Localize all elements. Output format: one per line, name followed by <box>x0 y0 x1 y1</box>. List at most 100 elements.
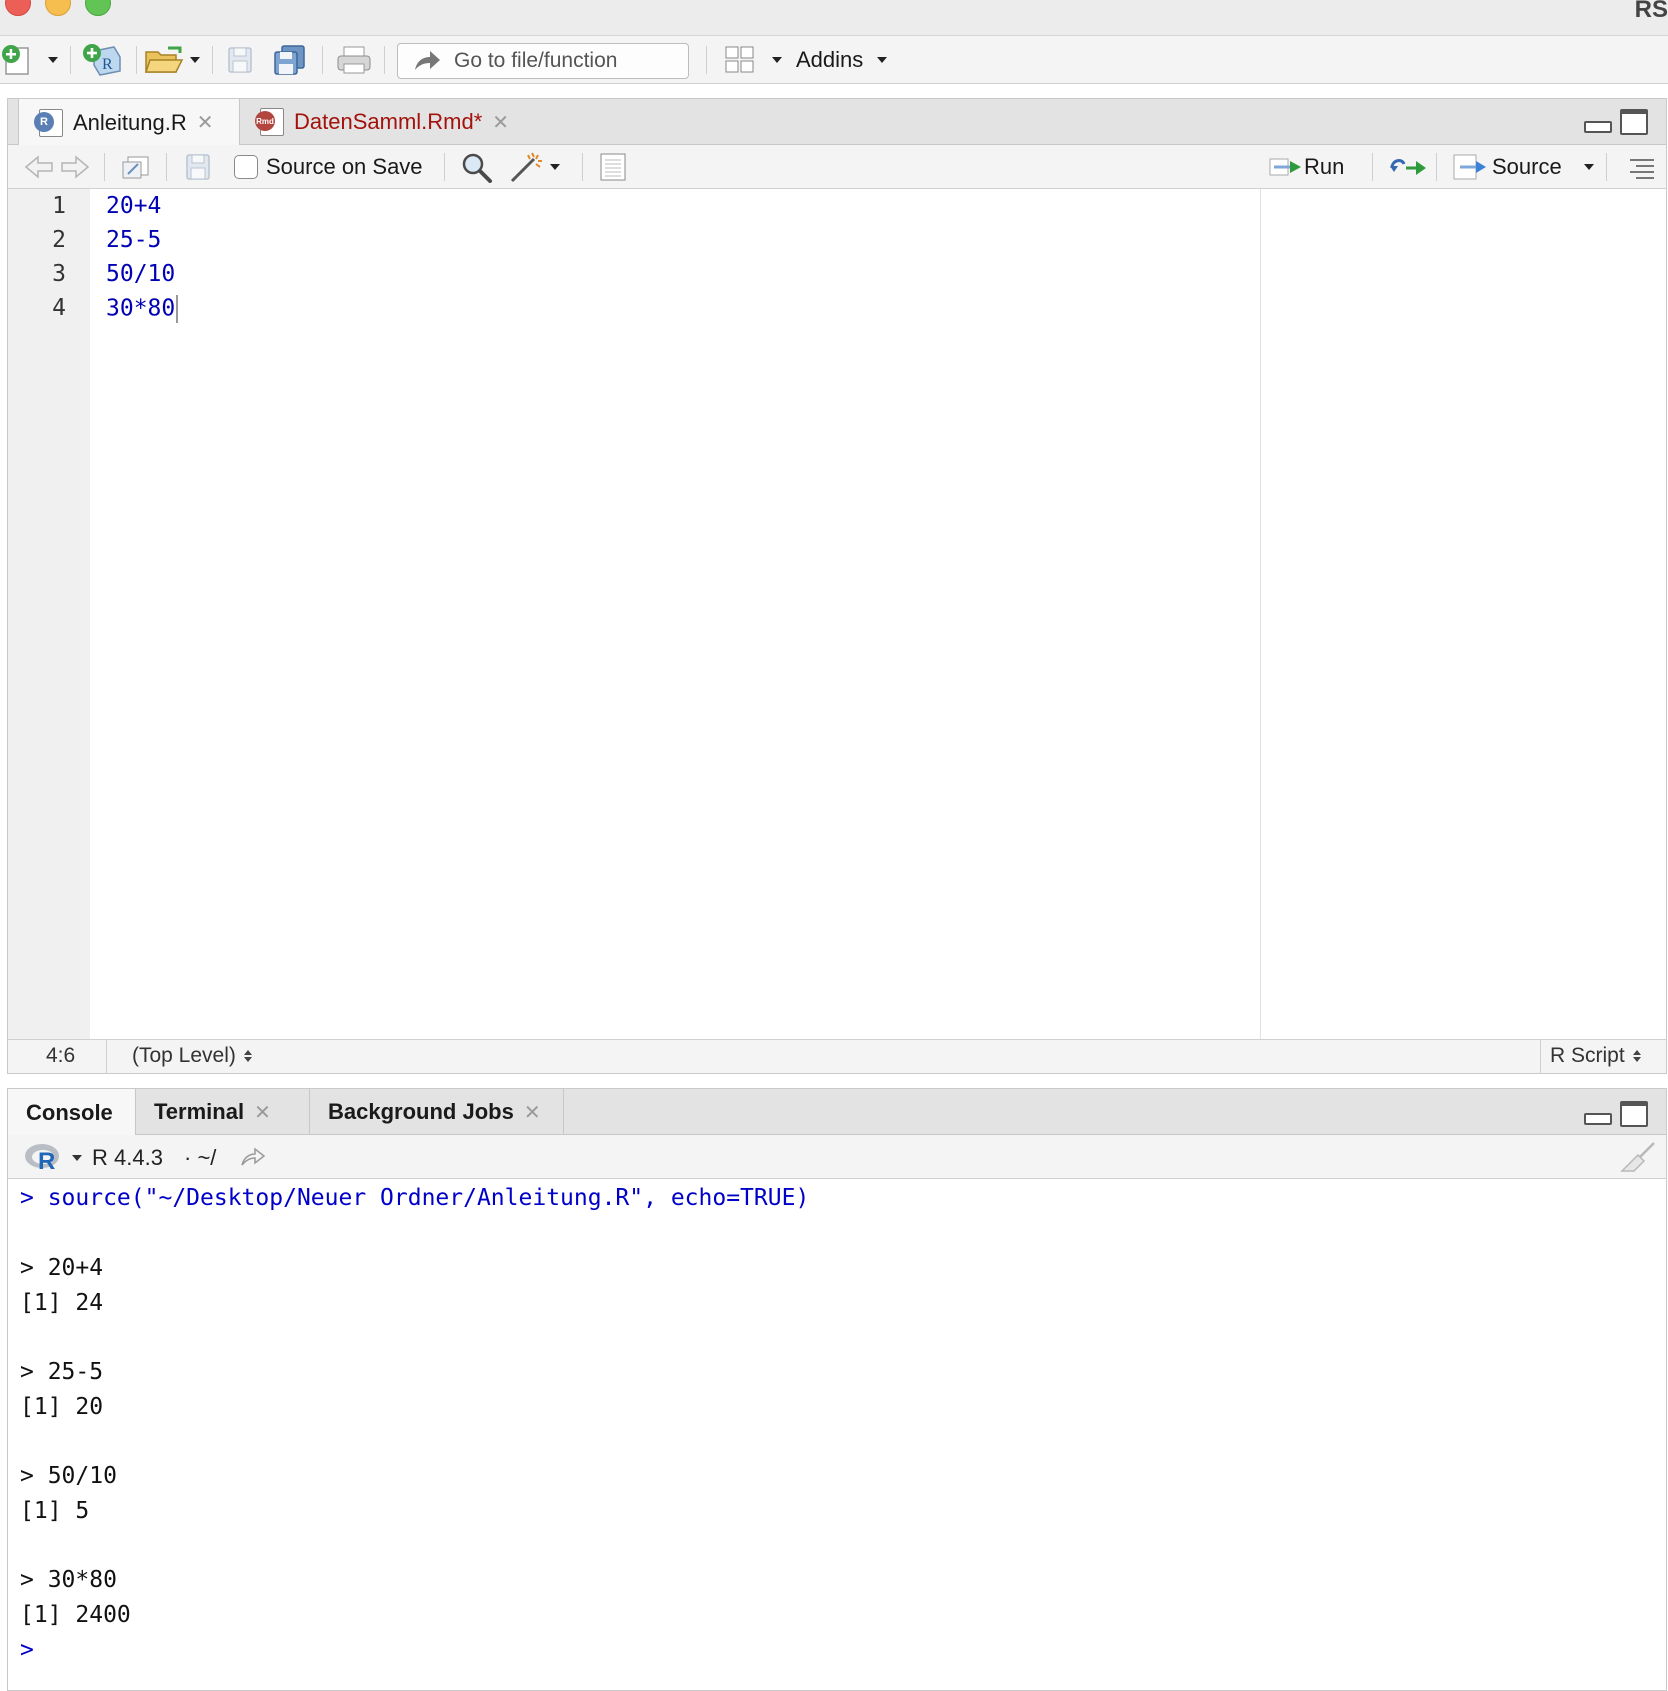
workspace-panes-button[interactable] <box>724 44 782 76</box>
close-tab-icon[interactable]: ✕ <box>254 1100 271 1125</box>
source-button[interactable]: Source <box>1452 151 1594 183</box>
save-button[interactable] <box>226 44 254 76</box>
outline-icon <box>1630 159 1654 179</box>
print-button[interactable] <box>336 44 372 76</box>
document-outline-button[interactable] <box>1628 151 1656 183</box>
addins-menu[interactable]: Addins <box>796 44 888 76</box>
console-line: > 25-5 <box>20 1359 104 1385</box>
back-button[interactable] <box>24 151 90 183</box>
code-line[interactable]: 20+4 <box>106 193 161 219</box>
source-on-save-checkbox[interactable] <box>234 155 258 179</box>
close-tab-icon[interactable]: ✕ <box>492 110 509 135</box>
minimize-pane-button[interactable] <box>1584 1113 1612 1125</box>
file-type-selector[interactable]: R Script <box>1550 1044 1641 1068</box>
console-line: [1] 24 <box>20 1290 104 1316</box>
maximize-icon <box>1620 1101 1648 1127</box>
save-icon <box>186 154 210 180</box>
rerun-icon <box>1390 159 1426 175</box>
run-button[interactable]: Run <box>1268 151 1344 183</box>
console-line: [1] 2400 <box>20 1602 131 1628</box>
chevron-down-icon <box>772 57 782 63</box>
notebook-icon <box>600 153 626 181</box>
show-in-new-window-button[interactable] <box>120 151 152 183</box>
editor-status-bar: 4:6 (Top Level) R Script <box>8 1039 1666 1074</box>
new-file-button[interactable] <box>0 44 58 76</box>
print-margin <box>1260 189 1261 1039</box>
tab-console[interactable]: Console <box>8 1089 136 1136</box>
tab-anleitung-r[interactable]: R Anleitung.R ✕ <box>18 99 240 146</box>
console-line: > 20+4 <box>20 1255 104 1281</box>
minimize-icon <box>1584 1113 1612 1125</box>
run-arrow-icon <box>1269 158 1301 176</box>
search-icon <box>462 153 492 183</box>
minimize-pane-button[interactable] <box>1584 121 1612 133</box>
tab-background-jobs[interactable]: Background Jobs ✕ <box>310 1089 564 1135</box>
back-forward-arrows-icon <box>24 155 90 179</box>
go-to-directory-icon[interactable] <box>240 1147 266 1167</box>
maximize-pane-button[interactable] <box>1620 1101 1648 1127</box>
minimize-window-button[interactable] <box>45 0 71 16</box>
line-number: 4 <box>52 295 66 321</box>
chevron-down-icon <box>877 57 888 63</box>
editor-save-button[interactable] <box>184 151 212 183</box>
code-editor[interactable]: 20+4 25-5 50/10 30*80 <box>90 189 1260 1039</box>
working-directory: · ~/ <box>184 1145 217 1170</box>
tab-datensamml-rmd[interactable]: Rmd DatenSamml.Rmd* ✕ <box>240 99 536 145</box>
console-tabstrip: Console Terminal ✕ Background Jobs ✕ <box>8 1089 1666 1136</box>
updown-arrows-icon <box>1632 1050 1641 1062</box>
chevron-down-icon <box>550 164 560 170</box>
code-line[interactable]: 50/10 <box>106 261 175 287</box>
code-line[interactable]: 30*80 <box>106 295 179 323</box>
title-bar: RS <box>0 0 1668 36</box>
save-all-icon <box>274 45 305 75</box>
close-tab-icon[interactable]: ✕ <box>197 110 214 135</box>
svg-text:R: R <box>38 1148 55 1171</box>
line-number: 2 <box>52 227 66 253</box>
close-window-button[interactable] <box>5 0 31 16</box>
source-file-icon <box>1453 154 1486 180</box>
line-number-gutter: 1 2 3 4 <box>8 189 90 1039</box>
clear-console-icon[interactable] <box>1620 1141 1656 1173</box>
new-project-button[interactable]: R <box>80 44 124 76</box>
updown-arrows-icon <box>243 1050 252 1062</box>
console-line: > 30*80 <box>20 1567 117 1593</box>
main-toolbar: R Addins <box>0 36 1668 84</box>
tab-terminal[interactable]: Terminal ✕ <box>136 1089 310 1135</box>
chevron-down-icon[interactable] <box>72 1155 82 1161</box>
app-title: RS <box>1634 0 1668 23</box>
code-tools-button[interactable] <box>508 151 560 183</box>
console-line: > source("~/Desktop/Neuer Ordner/Anleitu… <box>20 1185 810 1211</box>
source-pane: R Anleitung.R ✕ Rmd DatenSamml.Rmd* ✕ So… <box>7 98 1667 1074</box>
source-on-save-toggle[interactable]: Source on Save <box>234 151 423 183</box>
compile-report-button[interactable] <box>598 151 628 183</box>
rerun-button[interactable] <box>1388 151 1428 183</box>
close-tab-icon[interactable]: ✕ <box>524 1100 541 1125</box>
editor-toolbar: Source on Save Run Source <box>8 145 1666 189</box>
console-prompt[interactable]: > <box>20 1637 34 1663</box>
zoom-window-button[interactable] <box>85 0 111 16</box>
line-number: 1 <box>52 193 66 219</box>
chevron-down-icon <box>190 57 200 63</box>
save-all-button[interactable] <box>272 44 308 76</box>
grid-layout-icon <box>725 46 754 73</box>
r-logo-icon: R <box>25 1144 59 1171</box>
text-cursor <box>176 295 179 323</box>
minimize-icon <box>1584 121 1612 133</box>
line-number: 3 <box>52 261 66 287</box>
goto-file-function-input[interactable]: Go to file/function <box>397 43 689 79</box>
console-info-bar: R R 4.4.3 · ~/ <box>8 1135 1666 1179</box>
open-file-button[interactable] <box>144 44 200 76</box>
new-file-icon <box>2 45 29 75</box>
rmd-file-icon: Rmd <box>255 108 284 136</box>
svg-text:R: R <box>102 56 113 73</box>
maximize-pane-button[interactable] <box>1620 109 1648 135</box>
scope-selector[interactable]: (Top Level) <box>132 1044 252 1068</box>
maximize-icon <box>1620 109 1648 135</box>
find-replace-button[interactable] <box>460 151 494 183</box>
folder-open-icon <box>144 46 184 73</box>
console-line: [1] 5 <box>20 1498 90 1524</box>
cursor-position: 4:6 <box>46 1044 76 1067</box>
console-output[interactable]: > source("~/Desktop/Neuer Ordner/Anleitu… <box>20 1181 1650 1686</box>
chevron-down-icon <box>48 57 58 63</box>
code-line[interactable]: 25-5 <box>106 227 161 253</box>
